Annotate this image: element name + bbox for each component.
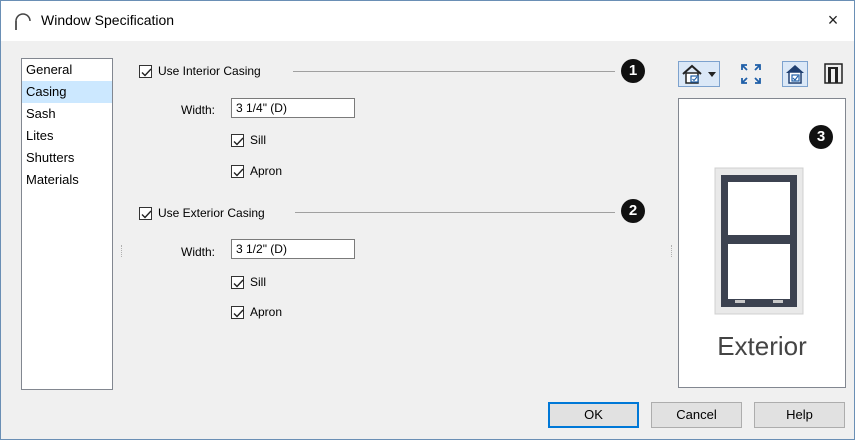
preview-view-label: Exterior [717, 331, 807, 361]
interior-width-input[interactable] [231, 98, 355, 118]
interior-divider [293, 71, 615, 72]
exterior-sill-label: Sill [250, 275, 267, 289]
exterior-apron-label: Apron [250, 305, 283, 319]
dialog-window: Window Specification × General Casing Sa… [0, 0, 855, 440]
check-icon [141, 68, 152, 77]
use-interior-casing-row[interactable]: Use Interior Casing [139, 64, 261, 78]
interior-sill-checkbox[interactable] [231, 133, 244, 147]
nav-item-materials[interactable]: Materials [22, 169, 112, 191]
nav-item-general[interactable]: General [22, 59, 112, 81]
exterior-width-label: Width: [181, 245, 216, 259]
exterior-sill-row[interactable]: Sill [231, 275, 266, 289]
house-view-dropdown-button[interactable] [678, 61, 720, 87]
use-exterior-casing-label: Use Exterior Casing [158, 206, 265, 220]
callout-badge-1: 1 [621, 59, 645, 83]
callout-badge-2: 2 [621, 199, 645, 223]
nav-item-sash[interactable]: Sash [22, 103, 112, 125]
exterior-apron-checkbox[interactable] [231, 305, 244, 319]
use-interior-casing-checkbox[interactable] [139, 64, 152, 78]
check-icon [141, 210, 152, 219]
nav-item-lites[interactable]: Lites [22, 125, 112, 147]
check-icon [233, 279, 244, 288]
arch-window-icon [15, 13, 31, 30]
house-view-dropdown-icon [682, 64, 716, 84]
cancel-button[interactable]: Cancel [651, 402, 742, 428]
exterior-view-icon [786, 65, 804, 84]
preview-pane: 3 Exterior [678, 98, 846, 388]
exterior-view-button[interactable] [782, 61, 808, 87]
callout-badge-3: 3 [809, 125, 833, 149]
check-icon [233, 137, 244, 146]
splitter-grip-right[interactable] [671, 245, 674, 257]
dialog-title: Window Specification [41, 12, 175, 28]
exterior-apron-row[interactable]: Apron [231, 305, 282, 319]
splitter-grip-left[interactable] [121, 245, 124, 257]
category-list[interactable]: General Casing Sash Lites Shutters Mater… [21, 58, 113, 390]
nav-item-casing[interactable]: Casing [22, 81, 112, 103]
nav-item-shutters[interactable]: Shutters [22, 147, 112, 169]
exterior-sill-checkbox[interactable] [231, 275, 244, 289]
interior-width-label: Width: [181, 103, 216, 117]
interior-apron-label: Apron [250, 164, 283, 178]
interior-apron-row[interactable]: Apron [231, 164, 282, 178]
exterior-divider [295, 212, 615, 213]
casing-button[interactable] [821, 61, 847, 87]
exterior-width-input[interactable] [231, 239, 355, 259]
title-bar: Window Specification × [1, 1, 854, 41]
close-button[interactable]: × [822, 9, 844, 31]
use-exterior-casing-checkbox[interactable] [139, 206, 152, 220]
use-exterior-casing-row[interactable]: Use Exterior Casing [139, 206, 265, 220]
casing-icon [824, 63, 843, 84]
use-interior-casing-label: Use Interior Casing [158, 64, 261, 78]
interior-sill-row[interactable]: Sill [231, 133, 266, 147]
check-icon [233, 309, 244, 318]
check-icon [233, 168, 244, 177]
interior-sill-label: Sill [250, 133, 267, 147]
fill-window-button[interactable] [738, 61, 764, 87]
ok-button[interactable]: OK [548, 402, 639, 428]
interior-apron-checkbox[interactable] [231, 164, 244, 178]
fill-window-icon [741, 64, 761, 84]
help-button[interactable]: Help [754, 402, 845, 428]
window-preview-image [714, 167, 804, 315]
